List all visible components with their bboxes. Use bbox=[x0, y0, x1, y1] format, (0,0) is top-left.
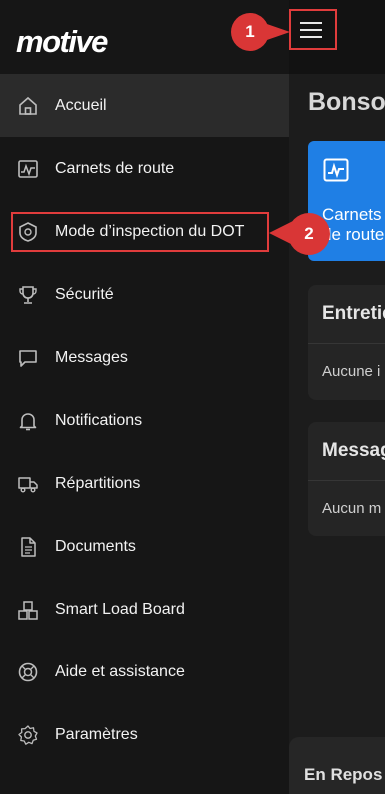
gear-icon bbox=[18, 724, 38, 745]
nav-item-safety[interactable]: Sécurité bbox=[0, 263, 289, 326]
nav-item-label: Messages bbox=[55, 348, 128, 366]
nav-item-documents[interactable]: Documents bbox=[0, 515, 289, 578]
home-icon bbox=[19, 96, 37, 115]
nav-item-notifications[interactable]: Notifications bbox=[0, 389, 289, 452]
motive-logo: motive bbox=[16, 24, 108, 59]
step-2-badge: 2 bbox=[288, 213, 330, 255]
nav-item-help[interactable]: Aide et assistance bbox=[0, 640, 289, 703]
nav-item-label: Notifications bbox=[55, 411, 143, 429]
duty-status-bar[interactable]: En Repos bbox=[289, 737, 385, 794]
logbook-card-label: Carnets de route bbox=[322, 205, 385, 244]
navigation-drawer: motive Accueil Carnets de route Mode d’i… bbox=[0, 0, 289, 794]
divider bbox=[308, 343, 385, 344]
nav-item-home[interactable]: Accueil bbox=[0, 74, 289, 137]
nav-item-settings[interactable]: Paramètres bbox=[0, 703, 289, 766]
main-content: Bonsoi Carnets de route Entretie Aucune … bbox=[289, 0, 385, 794]
nav-item-label: Carnets de route bbox=[55, 159, 175, 177]
nav-item-label: Aide et assistance bbox=[55, 662, 185, 680]
maintenance-card[interactable]: Entretie Aucune i bbox=[308, 285, 385, 400]
nav-item-label: Accueil bbox=[55, 96, 107, 114]
maintenance-card-body: Aucune i bbox=[322, 363, 381, 380]
lifebuoy-icon bbox=[18, 662, 38, 681]
nav-item-messages[interactable]: Messages bbox=[0, 326, 289, 389]
menu-button-highlight bbox=[289, 9, 337, 50]
logbook-icon bbox=[323, 158, 349, 182]
nav-item-label: Répartitions bbox=[55, 474, 141, 492]
nav-item-smart-load-board[interactable]: Smart Load Board bbox=[0, 578, 289, 641]
nav-item-label: Smart Load Board bbox=[55, 600, 185, 618]
nav-item-dispatches[interactable]: Répartitions bbox=[0, 452, 289, 515]
nav-item-label: Sécurité bbox=[55, 285, 114, 303]
chat-icon bbox=[19, 349, 37, 367]
trophy-icon bbox=[19, 285, 37, 304]
divider bbox=[308, 480, 385, 481]
truck-icon bbox=[18, 476, 38, 492]
greeting-title: Bonsoi bbox=[308, 88, 385, 116]
messages-card[interactable]: Messag Aucun m bbox=[308, 422, 385, 536]
duty-status-label: En Repos bbox=[304, 765, 383, 784]
document-icon bbox=[21, 536, 36, 557]
nav-item-label: Paramètres bbox=[55, 725, 138, 743]
step-1-arrow-icon bbox=[264, 23, 290, 41]
dot-inspection-highlight bbox=[11, 212, 269, 252]
maintenance-card-title: Entretie bbox=[322, 303, 385, 324]
nav-item-logbooks[interactable]: Carnets de route bbox=[0, 137, 289, 200]
bell-icon bbox=[19, 412, 37, 430]
messages-card-body: Aucun m bbox=[322, 500, 382, 517]
load-board-icon bbox=[18, 600, 38, 620]
logbook-icon bbox=[18, 159, 38, 178]
nav-item-label: Documents bbox=[55, 537, 136, 555]
messages-card-title: Messag bbox=[322, 440, 385, 461]
